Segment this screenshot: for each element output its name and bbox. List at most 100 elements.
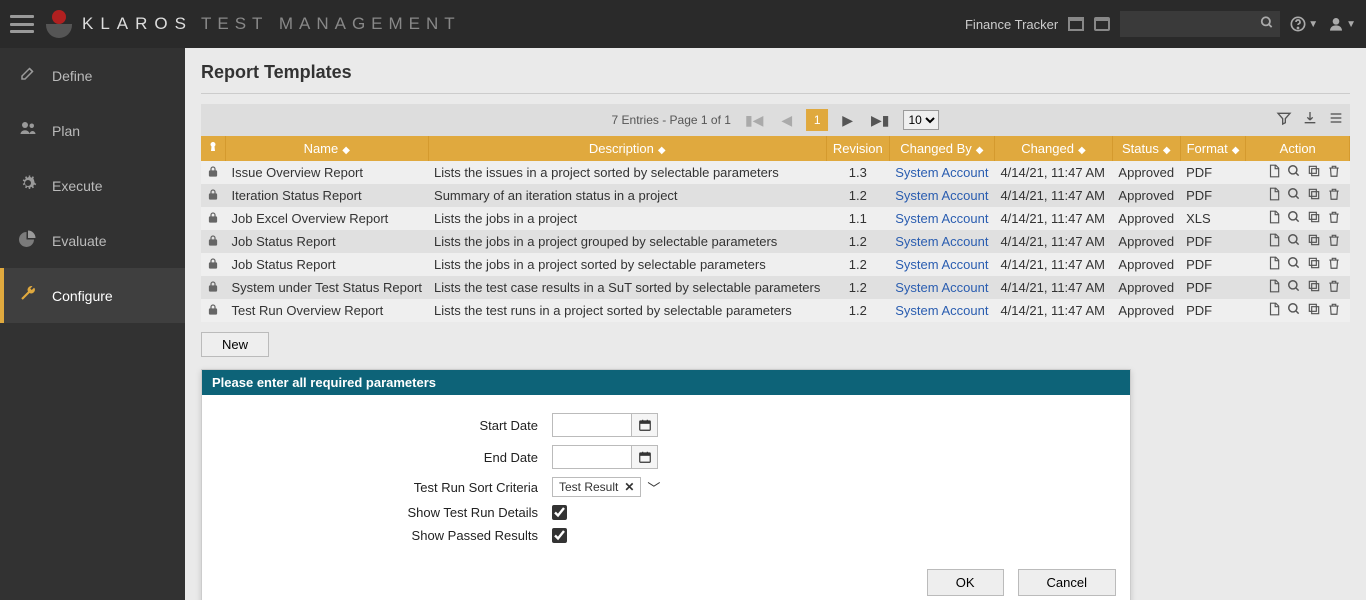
- sidebar-item-execute[interactable]: Execute: [0, 158, 185, 213]
- global-search-input[interactable]: [1120, 11, 1280, 37]
- parameters-dialog: Please enter all required parameters Sta…: [201, 369, 1131, 600]
- export-icon[interactable]: [1267, 187, 1281, 204]
- table-row[interactable]: System under Test Status ReportLists the…: [201, 276, 1350, 299]
- start-date-label: Start Date: [222, 418, 552, 433]
- cell-changed-by[interactable]: System Account: [889, 207, 994, 230]
- delete-icon[interactable]: [1327, 233, 1341, 250]
- export-icon[interactable]: [1267, 302, 1281, 319]
- preview-icon[interactable]: [1287, 210, 1301, 227]
- cell-status: Approved: [1112, 161, 1180, 184]
- page-size-select[interactable]: 10: [903, 110, 939, 130]
- sidebar-item-plan[interactable]: Plan: [0, 103, 185, 158]
- ok-button[interactable]: OK: [927, 569, 1004, 596]
- app-logo-icon: [46, 10, 74, 38]
- cell-name: System under Test Status Report: [226, 276, 429, 299]
- prev-page-icon[interactable]: ◀: [777, 110, 796, 131]
- export-icon[interactable]: [1267, 210, 1281, 227]
- page-number[interactable]: 1: [806, 109, 828, 131]
- menu-toggle-icon[interactable]: [10, 15, 34, 33]
- export-icon[interactable]: [1267, 233, 1281, 250]
- cell-changed-by[interactable]: System Account: [889, 161, 994, 184]
- preview-icon[interactable]: [1287, 233, 1301, 250]
- sidebar-item-evaluate[interactable]: Evaluate: [0, 213, 185, 268]
- copy-icon[interactable]: [1307, 279, 1321, 296]
- delete-icon[interactable]: [1327, 302, 1341, 319]
- show-passed-checkbox[interactable]: [552, 528, 567, 543]
- calendar-icon[interactable]: [632, 445, 658, 469]
- first-page-icon[interactable]: ▮◀: [741, 110, 767, 131]
- col-lock[interactable]: [201, 136, 226, 161]
- table-row[interactable]: Job Status ReportLists the jobs in a pro…: [201, 230, 1350, 253]
- cell-changed-by[interactable]: System Account: [889, 299, 994, 322]
- export-icon[interactable]: [1267, 279, 1281, 296]
- copy-icon[interactable]: [1307, 233, 1321, 250]
- copy-icon[interactable]: [1307, 302, 1321, 319]
- next-page-icon[interactable]: ▶: [838, 110, 857, 131]
- sort-criteria-chip[interactable]: Test Result ✕: [552, 477, 641, 497]
- preview-icon[interactable]: [1287, 279, 1301, 296]
- delete-icon[interactable]: [1327, 210, 1341, 227]
- remove-chip-icon[interactable]: ✕: [624, 480, 634, 494]
- cell-actions: [1246, 299, 1350, 322]
- copy-icon[interactable]: [1307, 210, 1321, 227]
- sidebar-item-label: Execute: [52, 178, 103, 194]
- cell-changed: 4/14/21, 11:47 AM: [994, 184, 1112, 207]
- copy-icon[interactable]: [1307, 256, 1321, 273]
- delete-icon[interactable]: [1327, 256, 1341, 273]
- cell-format: PDF: [1180, 230, 1246, 253]
- col-name[interactable]: Name◆: [226, 136, 429, 161]
- new-button[interactable]: New: [201, 332, 269, 357]
- preview-icon[interactable]: [1287, 164, 1301, 181]
- cell-changed: 4/14/21, 11:47 AM: [994, 207, 1112, 230]
- archive-icon[interactable]: [1068, 17, 1084, 31]
- export-icon[interactable]: [1267, 164, 1281, 181]
- cell-format: XLS: [1180, 207, 1246, 230]
- end-date-input[interactable]: [552, 445, 632, 469]
- menu-icon[interactable]: [1328, 110, 1344, 130]
- calendar-icon[interactable]: [632, 413, 658, 437]
- col-status[interactable]: Status◆: [1112, 136, 1180, 161]
- help-icon[interactable]: ▼: [1290, 16, 1318, 32]
- preview-icon[interactable]: [1287, 302, 1301, 319]
- preview-icon[interactable]: [1287, 187, 1301, 204]
- search-icon[interactable]: [1260, 16, 1274, 33]
- copy-icon[interactable]: [1307, 164, 1321, 181]
- cell-changed-by[interactable]: System Account: [889, 230, 994, 253]
- copy-icon[interactable]: [1307, 187, 1321, 204]
- show-details-label: Show Test Run Details: [222, 505, 552, 520]
- preview-icon[interactable]: [1287, 256, 1301, 273]
- table-row[interactable]: Job Status ReportLists the jobs in a pro…: [201, 253, 1350, 276]
- show-details-checkbox[interactable]: [552, 505, 567, 520]
- col-format[interactable]: Format◆: [1180, 136, 1246, 161]
- delete-icon[interactable]: [1327, 164, 1341, 181]
- table-row[interactable]: Iteration Status ReportSummary of an ite…: [201, 184, 1350, 207]
- col-revision[interactable]: Revision: [826, 136, 889, 161]
- cell-changed: 4/14/21, 11:47 AM: [994, 161, 1112, 184]
- table-row[interactable]: Job Excel Overview ReportLists the jobs …: [201, 207, 1350, 230]
- download-icon[interactable]: [1302, 110, 1318, 130]
- delete-icon[interactable]: [1327, 279, 1341, 296]
- user-menu-icon[interactable]: ▼: [1328, 16, 1356, 32]
- cancel-button[interactable]: Cancel: [1018, 569, 1116, 596]
- sidebar-item-define[interactable]: Define: [0, 48, 185, 103]
- report-templates-table: Name◆ Description◆ Revision Changed By◆ …: [201, 136, 1350, 322]
- delete-icon[interactable]: [1327, 187, 1341, 204]
- cell-changed-by[interactable]: System Account: [889, 276, 994, 299]
- col-description[interactable]: Description◆: [428, 136, 826, 161]
- cell-changed-by[interactable]: System Account: [889, 184, 994, 207]
- col-changed[interactable]: Changed◆: [994, 136, 1112, 161]
- server-icon[interactable]: [1094, 17, 1110, 31]
- cell-status: Approved: [1112, 207, 1180, 230]
- project-name[interactable]: Finance Tracker: [965, 17, 1058, 32]
- cell-changed-by[interactable]: System Account: [889, 253, 994, 276]
- sidebar-item-configure[interactable]: Configure: [0, 268, 185, 323]
- col-changed-by[interactable]: Changed By◆: [889, 136, 994, 161]
- filter-icon[interactable]: [1276, 110, 1292, 130]
- chevron-down-icon[interactable]: ﹀: [647, 478, 660, 497]
- start-date-input[interactable]: [552, 413, 632, 437]
- table-row[interactable]: Issue Overview ReportLists the issues in…: [201, 161, 1350, 184]
- export-icon[interactable]: [1267, 256, 1281, 273]
- top-bar: KLAROS TEST MANAGEMENT Finance Tracker ▼…: [0, 0, 1366, 48]
- table-row[interactable]: Test Run Overview ReportLists the test r…: [201, 299, 1350, 322]
- last-page-icon[interactable]: ▶▮: [867, 110, 893, 131]
